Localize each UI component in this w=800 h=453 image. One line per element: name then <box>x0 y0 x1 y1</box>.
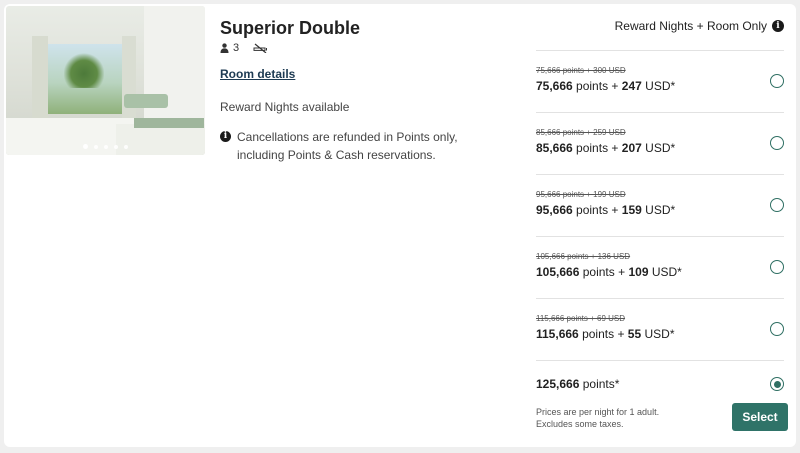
price-note-line1: Prices are per night for 1 adult. <box>536 407 660 417</box>
rate-original-price: 105,666 points + 136 USD <box>536 252 631 261</box>
room-details-link[interactable]: Room details <box>220 67 295 81</box>
rate-radio[interactable] <box>770 322 784 336</box>
rate-plus: + <box>617 327 625 341</box>
rate-option-points-only[interactable]: 125,666 points* Prices are per night for… <box>536 360 788 447</box>
rate-points: 105,666 <box>536 265 580 279</box>
rate-cash: 55 <box>627 327 642 341</box>
rate-currency: USD* <box>645 79 676 93</box>
rate-price: 85,666 points + 207 USD* <box>536 141 675 155</box>
rate-points-label: points <box>582 327 615 341</box>
rate-radio[interactable] <box>770 74 784 88</box>
rate-currency: USD* <box>645 203 676 217</box>
rate-original-price: 95,666 points + 199 USD <box>536 190 626 199</box>
rate-currency: USD* <box>644 327 675 341</box>
price-note-line2: Excludes some taxes. <box>536 419 624 429</box>
carousel-dot[interactable] <box>83 144 88 149</box>
rate-option[interactable]: 85,666 points + 259 USD 85,666 points + 2… <box>536 112 784 174</box>
no-smoking-icon <box>253 43 268 53</box>
rate-price: 125,666 points* <box>536 377 619 391</box>
rate-radio[interactable] <box>770 198 784 212</box>
info-icon: i <box>220 131 231 142</box>
rate-price: 115,666 points + 55 USD* <box>536 327 675 341</box>
rate-original-price: 85,666 points + 259 USD <box>536 128 626 137</box>
rate-points: 115,666 <box>536 327 579 341</box>
price-note: Prices are per night for 1 adult. Exclud… <box>536 406 659 430</box>
rate-price: 105,666 points + 109 USD* <box>536 265 682 279</box>
carousel-dot[interactable] <box>104 145 108 149</box>
rate-plus: + <box>611 79 619 93</box>
guest-count: 3 <box>233 42 240 54</box>
rate-options: 75,666 points + 300 USD 75,666 points + 2… <box>536 50 788 447</box>
rate-points-label: points <box>582 265 615 279</box>
room-meta: 3 <box>220 42 269 54</box>
rate-radio[interactable] <box>770 260 784 274</box>
rate-points-label: points <box>576 203 609 217</box>
rate-plus: + <box>611 141 619 155</box>
rate-points: 75,666 <box>536 79 573 93</box>
room-title: Superior Double <box>220 18 361 38</box>
rate-points-label: points* <box>582 377 620 391</box>
rate-option[interactable]: 105,666 points + 136 USD 105,666 points +… <box>536 236 784 298</box>
cancellation-policy: i Cancellations are refunded in Points o… <box>220 128 490 164</box>
rate-option[interactable]: 95,666 points + 199 USD 95,666 points + 1… <box>536 174 784 236</box>
rate-original-price: 75,666 points + 300 USD <box>536 66 626 75</box>
rate-option[interactable]: 115,666 points + 69 USD 115,666 points + … <box>536 298 784 360</box>
guest-icon <box>220 43 229 53</box>
rate-info-icon[interactable]: i <box>772 20 784 32</box>
rate-points: 85,666 <box>536 141 573 155</box>
rate-price: 75,666 points + 247 USD* <box>536 79 675 93</box>
rate-points: 95,666 <box>536 203 573 217</box>
carousel-dot[interactable] <box>94 145 98 149</box>
rate-price: 95,666 points + 159 USD* <box>536 203 675 217</box>
rate-points-label: points <box>576 141 609 155</box>
rate-points-label: points <box>576 79 609 93</box>
room-card: Superior Double 3 Room details Reward Ni… <box>4 4 796 447</box>
cancellation-text: Cancellations are refunded in Points onl… <box>237 130 458 162</box>
rate-plus: + <box>618 265 626 279</box>
carousel-dot[interactable] <box>114 145 118 149</box>
rate-radio[interactable] <box>770 377 784 391</box>
carousel-dots <box>6 144 205 149</box>
availability-text: Reward Nights available <box>220 100 350 114</box>
rate-cash: 109 <box>628 265 649 279</box>
rate-plus: + <box>611 203 619 217</box>
rate-currency: USD* <box>651 265 682 279</box>
rate-type-header: Reward Nights + Room Only i <box>615 19 784 33</box>
rate-points: 125,666 <box>536 377 580 391</box>
carousel-dot[interactable] <box>124 145 128 149</box>
rate-cash: 159 <box>621 203 642 217</box>
rate-cash: 207 <box>621 141 642 155</box>
rate-type-label: Reward Nights + Room Only <box>614 19 767 33</box>
rate-cash: 247 <box>621 79 642 93</box>
room-photo-carousel[interactable] <box>6 6 205 155</box>
rate-radio[interactable] <box>770 136 784 150</box>
rate-original-price: 115,666 points + 69 USD <box>536 314 626 323</box>
rate-currency: USD* <box>645 141 676 155</box>
select-button[interactable]: Select <box>732 403 788 431</box>
rate-option[interactable]: 75,666 points + 300 USD 75,666 points + 2… <box>536 50 784 112</box>
